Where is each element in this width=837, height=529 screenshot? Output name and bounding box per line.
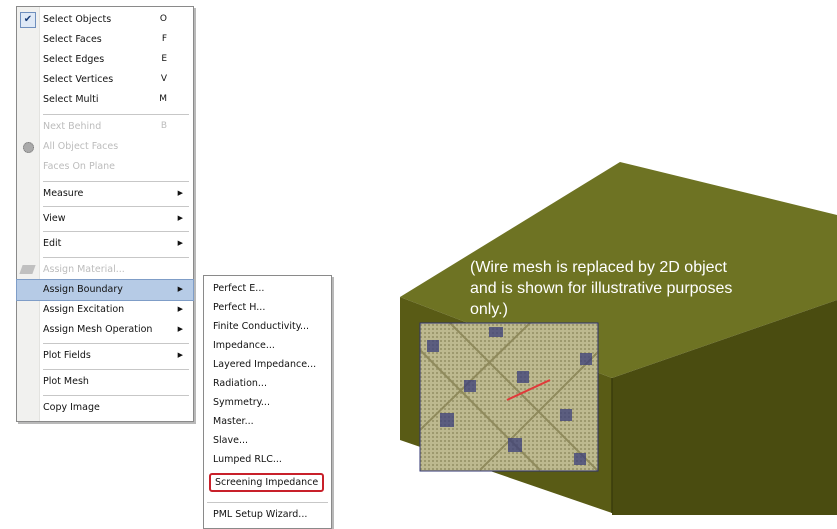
menu-item-plot-mesh[interactable]: Plot Mesh [17, 372, 193, 392]
menu-item-label: Select Multi [43, 94, 99, 105]
menu-item-assign-excitation[interactable]: Assign Excitation ▶ [17, 300, 193, 320]
submenu-item-label: Perfect H... [213, 302, 266, 313]
menu-item-plot-fields[interactable]: Plot Fields ▶ [17, 346, 193, 366]
submenu-item-layered-impedance[interactable]: Layered Impedance... [204, 356, 331, 375]
menu-item-label: Assign Mesh Operation [43, 324, 153, 335]
submenu-item-symmetry[interactable]: Symmetry... [204, 394, 331, 413]
menu-separator [43, 257, 189, 258]
menu-item-label: Select Edges [43, 54, 105, 65]
menu-item-label: Select Objects [43, 14, 112, 25]
submenu-arrow-icon: ▶ [177, 189, 183, 197]
submenu-item-radiation[interactable]: Radiation... [204, 375, 331, 394]
menu-item-label: Next Behind [43, 121, 102, 132]
menu-item-all-object-faces[interactable]: All Object Faces [17, 137, 193, 157]
menu-item-select-faces[interactable]: Select Faces F [17, 30, 193, 50]
submenu-item-label: Finite Conductivity... [213, 321, 310, 332]
menu-item-measure[interactable]: Measure ▶ [17, 184, 193, 204]
menu-item-assign-material[interactable]: Assign Material... [17, 260, 193, 280]
model-caption: (Wire mesh is replaced by 2D object and … [470, 259, 733, 318]
menu-item-label: Copy Image [43, 402, 100, 413]
submenu-item-label: Screening Impedance [209, 473, 325, 492]
menu-item-label: Assign Boundary [43, 284, 123, 295]
menu-item-shortcut: V [160, 74, 167, 84]
menu-item-select-vertices[interactable]: Select Vertices V [17, 70, 193, 90]
submenu-arrow-icon: ▶ [177, 305, 183, 313]
menu-item-label: Faces On Plane [43, 161, 116, 172]
menu-item-assign-boundary[interactable]: Assign Boundary ▶ [16, 279, 194, 301]
menu-separator [43, 231, 189, 232]
submenu-item-label: Slave... [213, 435, 249, 446]
submenu-item-label: Perfect E... [213, 283, 265, 294]
submenu-arrow-icon: ▶ [177, 285, 183, 293]
menu-item-select-edges[interactable]: Select Edges E [17, 50, 193, 70]
submenu-item-slave[interactable]: Slave... [204, 432, 331, 451]
menu-item-edit[interactable]: Edit ▶ [17, 234, 193, 254]
submenu-arrow-icon: ▶ [177, 214, 183, 222]
submenu-arrow-icon: ▶ [177, 351, 183, 359]
menu-item-shortcut: M [159, 94, 167, 104]
menu-item-shortcut: F [161, 34, 167, 44]
menu-item-select-multi[interactable]: Select Multi M [17, 90, 193, 110]
menu-item-label: Select Vertices [43, 74, 114, 85]
gear-icon [23, 142, 34, 153]
submenu-item-pml-setup-wizard[interactable]: PML Setup Wizard... [204, 506, 331, 525]
assign-boundary-submenu: Perfect E... Perfect H... Finite Conduct… [203, 275, 332, 529]
submenu-item-perfect-h[interactable]: Perfect H... [204, 299, 331, 318]
submenu-item-lumped-rlc[interactable]: Lumped RLC... [204, 451, 331, 470]
menu-item-shortcut: O [159, 14, 167, 24]
submenu-arrow-icon: ▶ [177, 325, 183, 333]
context-menu: ✔ Select Objects O Select Faces F Select… [16, 6, 194, 422]
submenu-item-label: Symmetry... [213, 397, 270, 408]
menu-item-label: All Object Faces [43, 141, 119, 152]
menu-item-label: Assign Excitation [43, 304, 125, 315]
submenu-item-label: Master... [213, 416, 254, 427]
submenu-item-label: Impedance... [213, 340, 275, 351]
submenu-item-master[interactable]: Master... [204, 413, 331, 432]
menu-item-view[interactable]: View ▶ [17, 209, 193, 229]
menu-separator [43, 181, 189, 182]
box-3d-model [400, 162, 837, 515]
menu-item-label: Select Faces [43, 34, 102, 45]
menu-separator [43, 369, 189, 370]
menu-item-label: Assign Material... [43, 264, 125, 275]
menu-item-faces-on-plane[interactable]: Faces On Plane [17, 157, 193, 177]
menu-item-label: Plot Fields [43, 350, 91, 361]
material-icon [19, 265, 36, 274]
submenu-item-label: Layered Impedance... [213, 359, 317, 370]
menu-item-copy-image[interactable]: Copy Image [17, 398, 193, 418]
submenu-item-screening-impedance[interactable]: Screening Impedance [204, 472, 331, 492]
submenu-arrow-icon: ▶ [177, 239, 183, 247]
menu-item-label: Measure [43, 188, 84, 199]
menu-item-next-behind[interactable]: Next Behind B [17, 117, 193, 137]
submenu-item-perfect-e[interactable]: Perfect E... [204, 280, 331, 299]
menu-item-label: Edit [43, 238, 62, 249]
menu-separator [43, 114, 189, 115]
submenu-item-impedance[interactable]: Impedance... [204, 337, 331, 356]
submenu-item-label: PML Setup Wizard... [213, 509, 308, 520]
checkmark-icon: ✔ [20, 12, 36, 28]
menu-item-shortcut: E [161, 54, 167, 64]
menu-item-select-objects[interactable]: ✔ Select Objects O [17, 10, 193, 30]
menu-item-assign-mesh-operation[interactable]: Assign Mesh Operation ▶ [17, 320, 193, 340]
submenu-item-label: Radiation... [213, 378, 267, 389]
submenu-item-finite-conductivity[interactable]: Finite Conductivity... [204, 318, 331, 337]
menu-item-shortcut: B [160, 121, 167, 131]
menu-item-label: Plot Mesh [43, 376, 89, 387]
menu-separator [43, 206, 189, 207]
submenu-item-label: Lumped RLC... [213, 454, 282, 465]
menu-separator [43, 343, 189, 344]
menu-item-label: View [43, 213, 66, 224]
menu-separator [207, 502, 328, 503]
menu-separator [43, 395, 189, 396]
